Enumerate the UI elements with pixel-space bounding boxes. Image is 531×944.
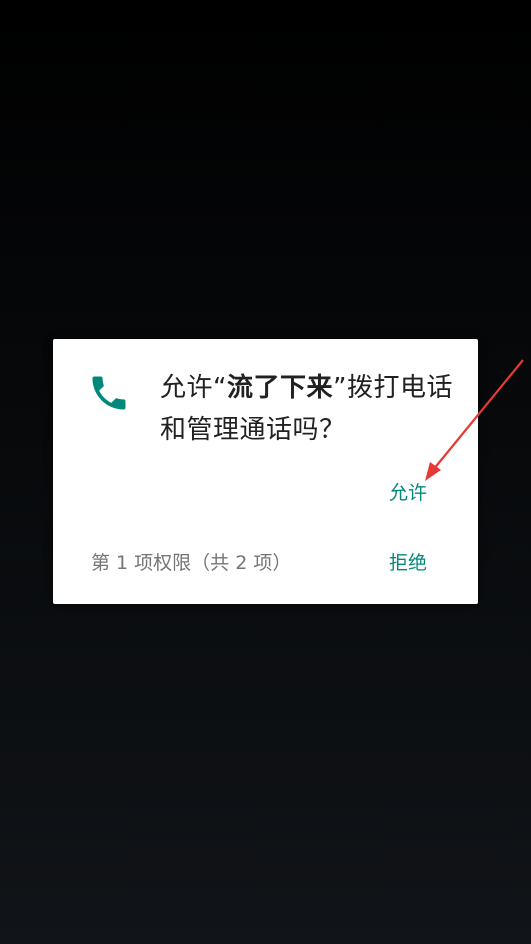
permission-dialog: 允许“流了下来”拨打电话和管理通话吗？ 允许 第 1 项权限（共 2 项） 拒绝 — [53, 339, 478, 604]
deny-button[interactable]: 拒绝 — [373, 545, 443, 581]
allow-button[interactable]: 允许 — [373, 475, 443, 511]
phone-icon — [92, 376, 126, 410]
app-name: 流了下来 — [226, 373, 333, 403]
permission-counter: 第 1 项权限（共 2 项） — [91, 552, 292, 574]
screen-background: 允许“流了下来”拨打电话和管理通话吗？ 允许 第 1 项权限（共 2 项） 拒绝 — [0, 0, 531, 944]
title-prefix: 允许“ — [160, 373, 227, 403]
dialog-title: 允许“流了下来”拨打电话和管理通话吗？ — [160, 367, 460, 451]
